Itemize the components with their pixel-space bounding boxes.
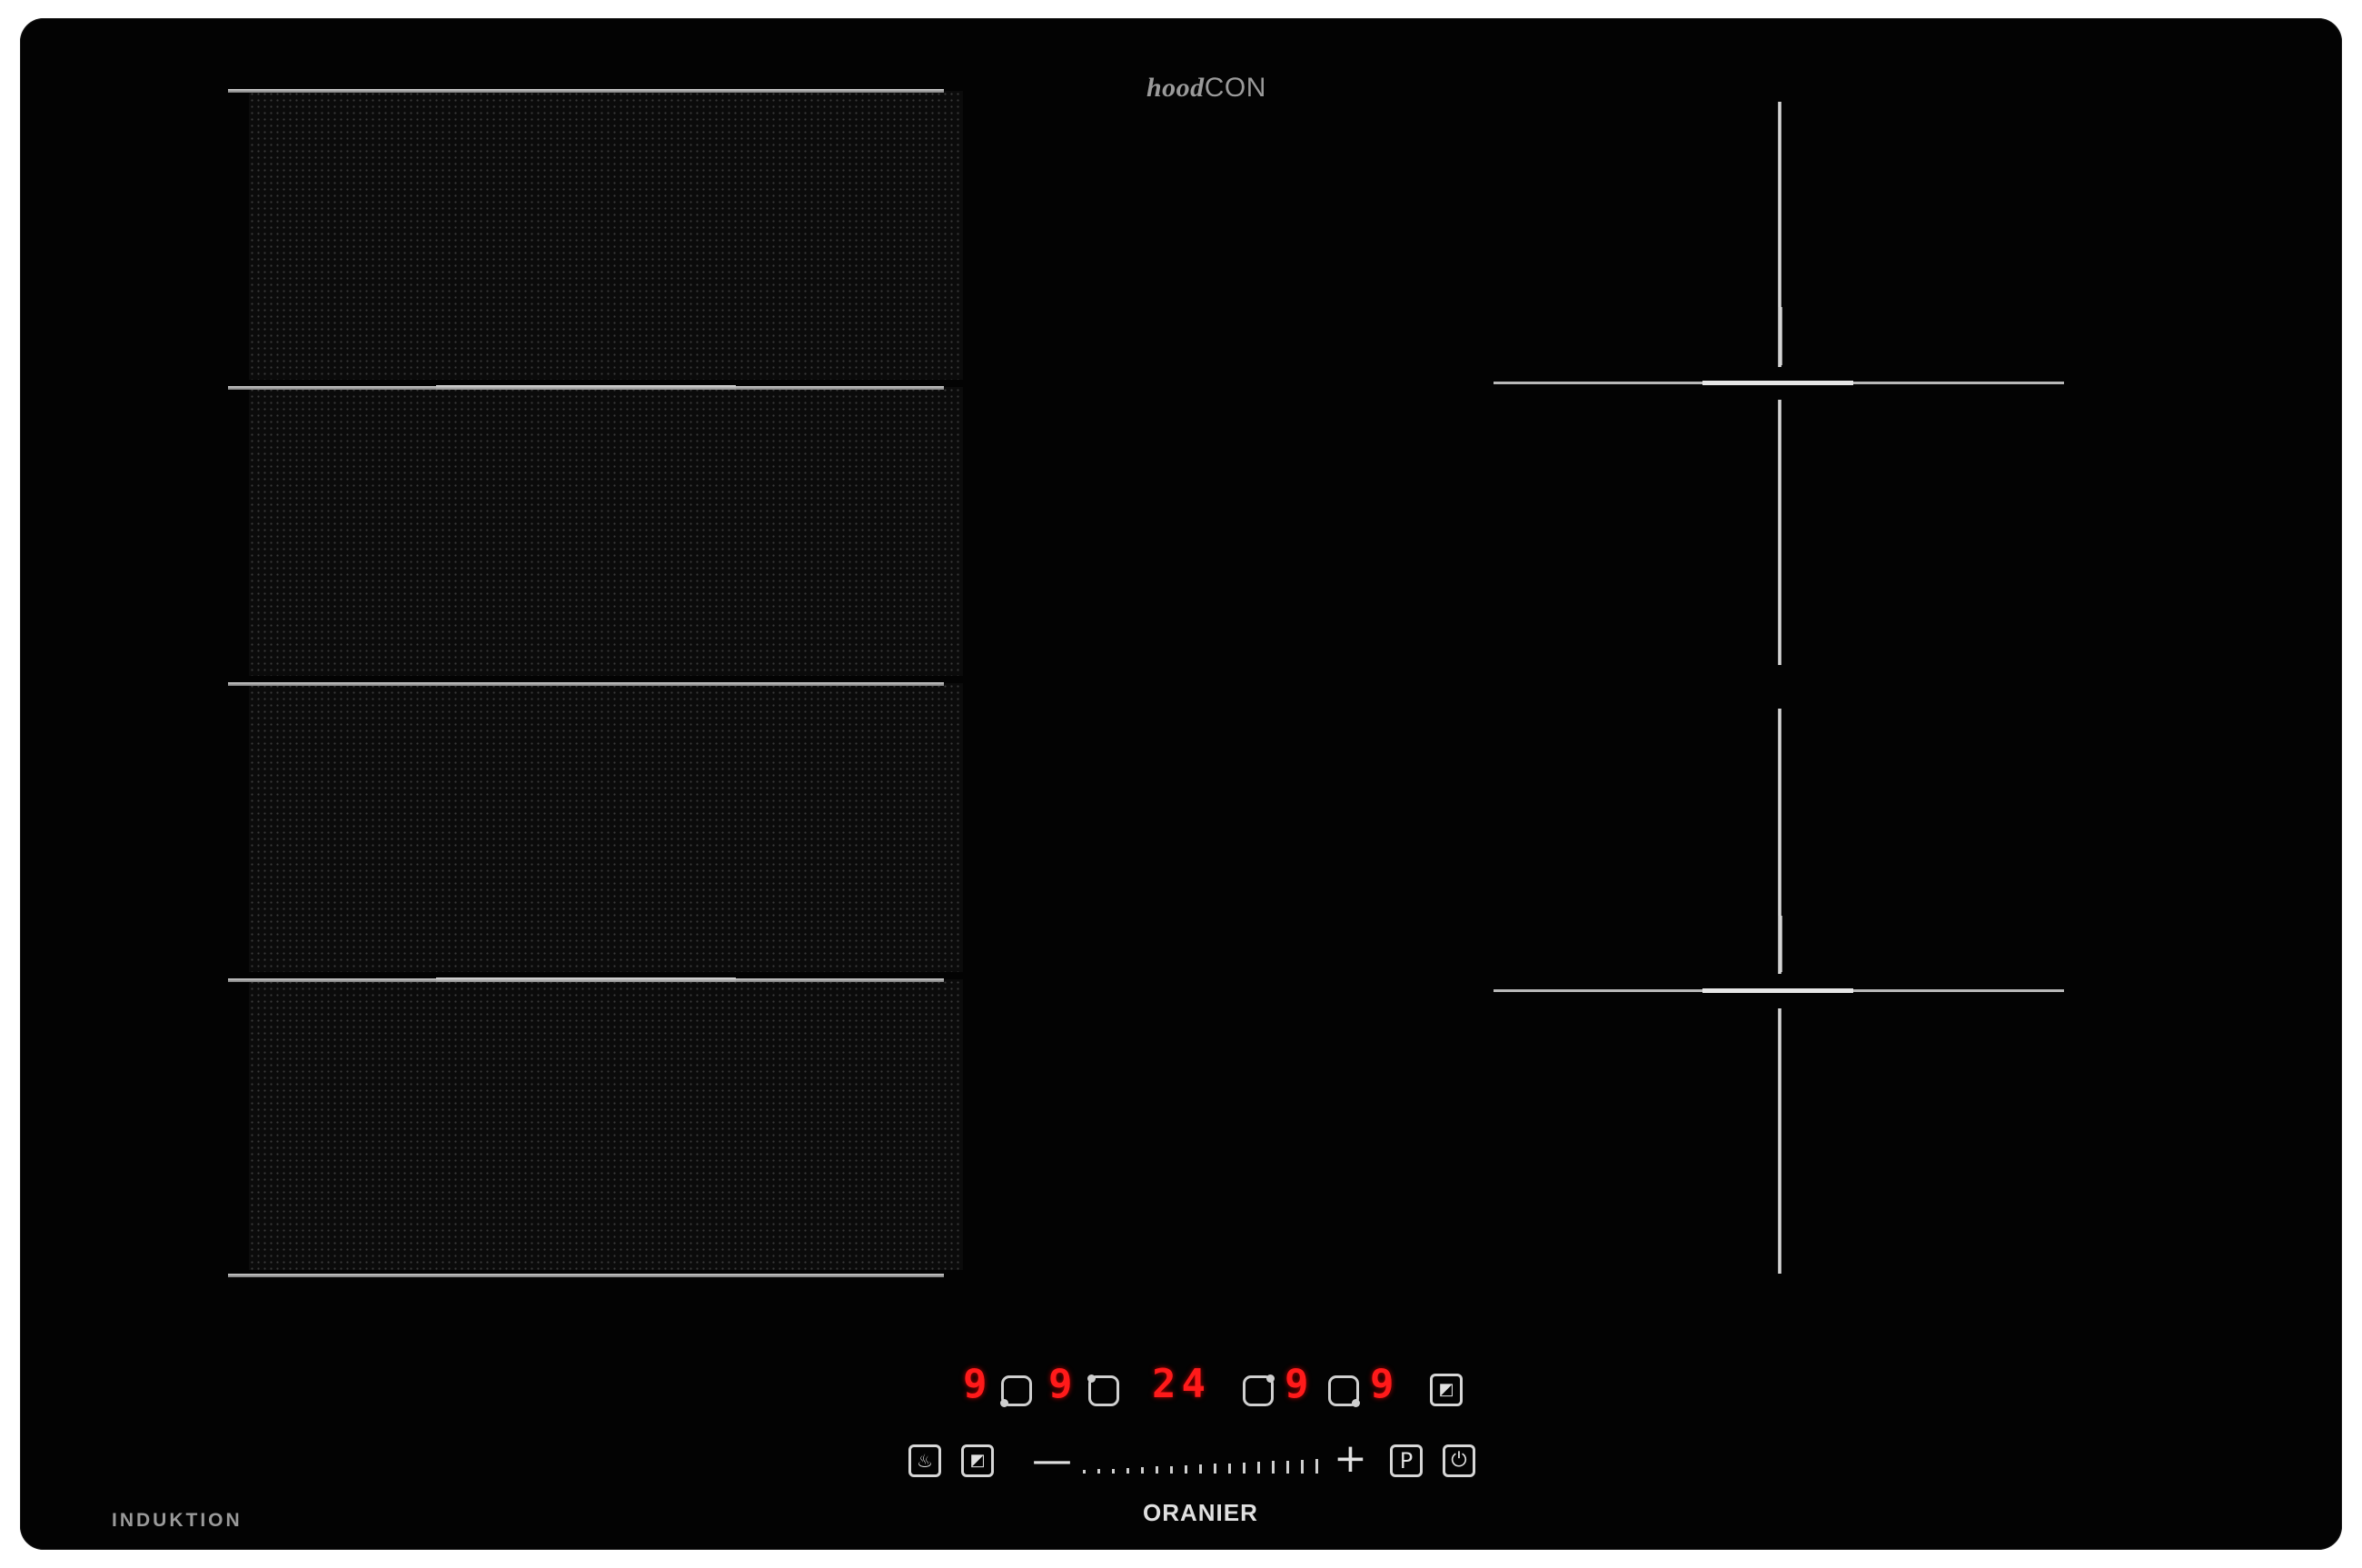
slider-tick <box>1170 1465 1173 1474</box>
zone-select-icon-2[interactable] <box>1087 1374 1119 1406</box>
slider-tick <box>1286 1460 1289 1474</box>
slider-tick <box>1257 1462 1260 1474</box>
zone-divider-2 <box>228 682 944 686</box>
slider-tick <box>1243 1462 1246 1474</box>
power-icon[interactable]: ⏻ <box>1443 1444 1475 1477</box>
slider-tick <box>1214 1464 1216 1474</box>
right-zone-hline-1 <box>1494 381 2064 385</box>
zone-border-top <box>228 89 944 93</box>
zone-divider-3-mark <box>436 978 736 982</box>
slider-tick <box>1097 1469 1100 1474</box>
flex-zone-3 <box>249 683 963 972</box>
zone-select-icon-1[interactable] <box>1000 1375 1032 1407</box>
oranier-logo: ORANIER <box>1143 1499 1258 1526</box>
flex-zone-icon[interactable]: ◩ <box>961 1444 994 1477</box>
right-zone-vline-3-mark <box>1778 916 1782 972</box>
flex-zone-2 <box>249 387 963 676</box>
slider-tick <box>1185 1464 1187 1474</box>
slider-tick <box>1272 1461 1275 1474</box>
slider-tick <box>1126 1467 1129 1474</box>
slider-tick <box>1315 1459 1318 1474</box>
right-zone-vline-2 <box>1778 400 1781 665</box>
hood-connect-icon[interactable]: ◩ <box>1430 1374 1463 1406</box>
keep-warm-icon[interactable]: ♨ <box>908 1444 941 1477</box>
induktion-label: INDUKTION <box>112 1510 243 1531</box>
power-display-3: 9 <box>1285 1361 1309 1407</box>
slider-tick <box>1112 1468 1115 1474</box>
timer-display: 24 <box>1152 1361 1211 1407</box>
power-display-2: 9 <box>1048 1361 1073 1407</box>
right-zone-vline-1-mark <box>1778 307 1782 365</box>
power-slider[interactable] <box>1083 1454 1319 1474</box>
plus-button[interactable]: + <box>1334 1439 1367 1479</box>
slider-tick <box>1141 1467 1144 1474</box>
slider-tick <box>1083 1470 1086 1474</box>
zone-select-icon-4[interactable] <box>1328 1375 1360 1407</box>
power-display-4: 9 <box>1370 1361 1394 1407</box>
zone-border-bottom <box>228 1274 944 1277</box>
slider-tick <box>1228 1463 1231 1474</box>
right-zone-hline-2 <box>1494 988 2064 993</box>
slider-tick <box>1156 1466 1158 1474</box>
flex-zone-4 <box>249 979 963 1270</box>
pause-button[interactable]: P <box>1390 1444 1423 1477</box>
slider-tick <box>1301 1459 1304 1474</box>
power-display-1: 9 <box>963 1361 987 1407</box>
minus-button[interactable]: — <box>1032 1441 1072 1481</box>
right-zone-vline-4 <box>1778 1008 1781 1274</box>
zone-select-icon-3[interactable] <box>1243 1374 1275 1406</box>
hoodcon-logo: hoodCON <box>1146 73 1266 103</box>
slider-tick <box>1199 1464 1202 1474</box>
zone-divider-1-mark <box>436 385 736 390</box>
induction-hob: hoodCON 9 9 24 9 9 ◩ ♨ ◩ — + P ⏻ INDUKTI… <box>20 18 2342 1550</box>
flex-zone-1 <box>249 91 963 380</box>
